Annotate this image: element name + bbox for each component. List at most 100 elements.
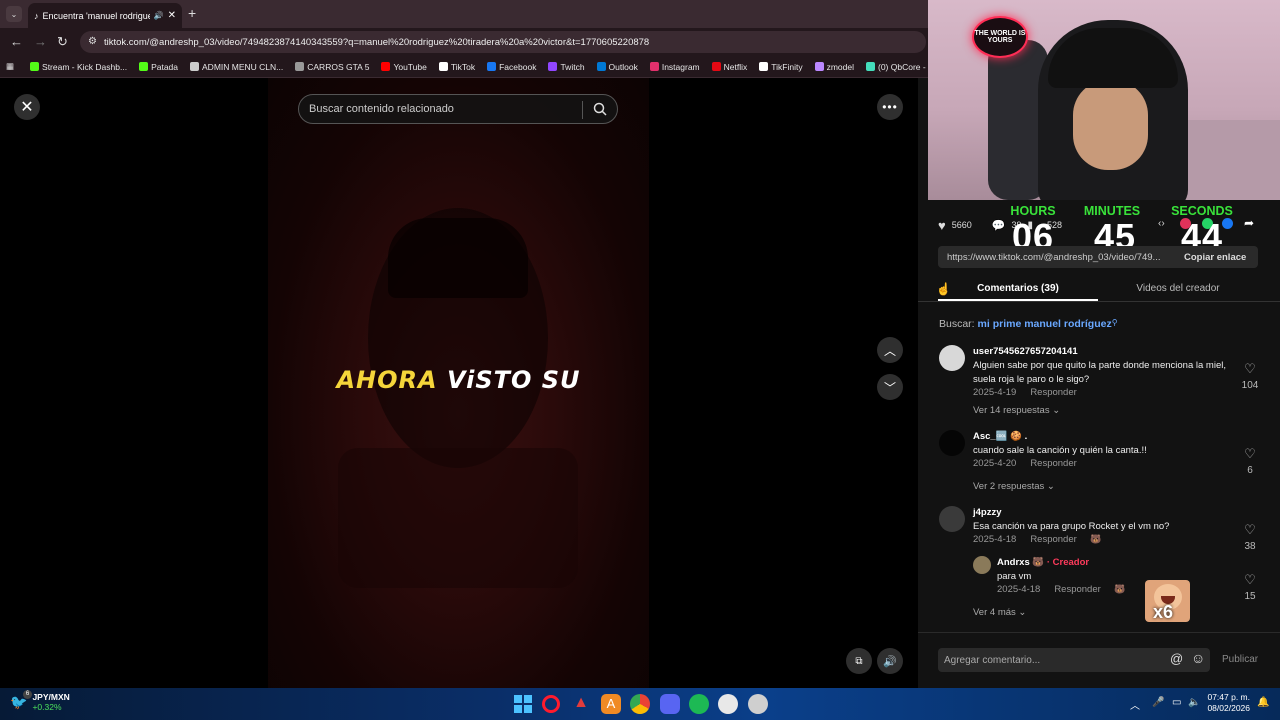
windows-start-icon[interactable]: [513, 694, 533, 714]
volume-button[interactable]: 🔊: [877, 648, 903, 674]
tray-overflow-icon[interactable]: ︿: [1130, 697, 1140, 712]
discord-icon[interactable]: [660, 694, 680, 714]
comment-like-count: 15: [1244, 591, 1256, 602]
bookmark-item[interactable]: Patada: [139, 62, 178, 72]
emoji-icon[interactable]: ☺: [1191, 650, 1205, 666]
microphone-icon[interactable]: 🎤: [1152, 697, 1164, 708]
comment-like[interactable]: ♡ 38: [1235, 522, 1265, 552]
steam-icon[interactable]: [718, 694, 738, 714]
tab-search-button[interactable]: ⌄: [6, 6, 22, 22]
avatar[interactable]: [939, 345, 965, 371]
more-options-button[interactable]: •••: [877, 94, 903, 120]
bookmark-item[interactable]: TikTok: [438, 62, 475, 72]
reply-button[interactable]: Responder: [1030, 458, 1076, 469]
spotify-icon[interactable]: [689, 694, 709, 714]
bookmark-item[interactable]: Netflix: [711, 62, 747, 72]
notifications-icon[interactable]: 🔔: [1257, 697, 1269, 708]
stream-logo: THE WORLD IS YOURS: [972, 16, 1028, 58]
bookmark-item[interactable]: Outlook: [596, 62, 638, 72]
mention-icon[interactable]: @: [1170, 651, 1183, 666]
bookmark-label: Facebook: [499, 61, 537, 72]
publish-button[interactable]: Publicar: [1222, 654, 1258, 665]
network-icon[interactable]: ▭: [1172, 697, 1181, 708]
opera-icon[interactable]: [542, 695, 560, 713]
comment-author[interactable]: Asc_🆒 🍪 .: [973, 431, 1027, 442]
comment-author[interactable]: j4pzzy: [973, 507, 1002, 518]
related-search-suggestion[interactable]: Buscar: mi prime manuel rodríguez⚲: [939, 318, 1118, 330]
copy-link-button[interactable]: Copiar enlace: [1184, 252, 1246, 263]
bookmark-item[interactable]: Stream - Kick Dashb...: [30, 62, 127, 72]
bookmark-item[interactable]: CARROS GTA 5: [295, 62, 369, 72]
embed-icon[interactable]: ‹›: [1158, 218, 1165, 229]
bookmark-item[interactable]: Instagram: [649, 62, 700, 72]
share-icon[interactable]: ➦: [1244, 216, 1254, 230]
bookmark-item[interactable]: (0) QbCore - Res: [866, 62, 928, 72]
chrome-icon[interactable]: [630, 694, 650, 714]
bookmark-label: CARROS GTA 5: [307, 61, 370, 72]
avatar[interactable]: [939, 506, 965, 532]
speaker-tray-icon[interactable]: 🔈: [1188, 697, 1200, 708]
new-tab-button[interactable]: +: [188, 5, 196, 21]
search-suggestion-query[interactable]: mi prime manuel rodríguez: [978, 318, 1112, 330]
bookmark-favicon-icon: [30, 62, 40, 71]
bookmark-label: Patada: [151, 61, 179, 72]
view-more-button[interactable]: Ver 4 más ⌄: [973, 607, 1026, 618]
comment-meta: 2025-4-19 Responder: [973, 387, 1077, 398]
speaker-icon: 🔊: [153, 11, 164, 20]
related-search-input[interactable]: Buscar contenido relacionado: [298, 94, 618, 124]
site-info-icon[interactable]: ⚙: [88, 36, 97, 47]
creator-liked-icon: 🐻: [1114, 584, 1126, 594]
forward-icon[interactable]: →: [34, 34, 47, 49]
reply-button[interactable]: Responder: [1030, 387, 1076, 398]
emote-multiplier: x6: [1153, 602, 1174, 622]
apps-icon[interactable]: ▦: [6, 61, 14, 72]
heart-icon: ♡: [1244, 522, 1256, 537]
comment-like[interactable]: ♡ 6: [1235, 446, 1265, 476]
app-a-icon[interactable]: ▲: [571, 694, 591, 714]
tab-close-icon[interactable]: ✕: [168, 10, 176, 21]
next-video-button[interactable]: ﹀: [877, 374, 903, 400]
view-replies-button[interactable]: Ver 14 respuestas ⌄: [973, 405, 1060, 416]
bookmark-item[interactable]: ADMIN MENU CLN...: [190, 62, 283, 72]
tiktok-favicon-icon: ♪: [34, 10, 39, 21]
system-clock[interactable]: 07:47 p. m. 08/02/2026: [1206, 692, 1250, 714]
reply-button[interactable]: Responder: [1054, 584, 1100, 595]
currency-widget[interactable]: 🐦 JPY/MXN +0.32%: [10, 692, 70, 712]
pip-button[interactable]: ⧉: [846, 648, 872, 674]
bookmark-item[interactable]: zmodel: [814, 62, 854, 72]
back-icon[interactable]: ←: [10, 34, 23, 49]
currency-change: +0.32%: [32, 702, 62, 712]
bookmark-item[interactable]: Facebook: [487, 62, 536, 72]
app-recorder-icon[interactable]: [748, 694, 768, 714]
bookmark-item[interactable]: TikFinity: [759, 62, 803, 72]
creator-tag: · Creador: [1046, 557, 1090, 568]
url-text: tiktok.com/@andreshp_03/video/7494823874…: [104, 36, 650, 48]
reload-icon[interactable]: ↻: [57, 34, 68, 50]
comment-like[interactable]: ♡ 104: [1235, 361, 1265, 391]
close-video-button[interactable]: ✕: [14, 94, 40, 120]
like-icon[interactable]: ♥: [938, 218, 946, 233]
comment-meta: 2025-4-18 Responder: [973, 534, 1077, 545]
tab-title: Encuentra 'manuel rodrigue: [42, 10, 150, 21]
comment-like-count: 6: [1247, 465, 1253, 476]
avatar[interactable]: [973, 556, 991, 574]
notification-badge: 6: [23, 690, 32, 699]
app-orange-icon[interactable]: A: [601, 694, 621, 714]
previous-video-button[interactable]: ︿: [877, 337, 903, 363]
active-tab[interactable]: ♪ Encuentra 'manuel rodrigue 🔊 ✕: [28, 3, 182, 28]
bookmark-label: Twitch: [560, 61, 585, 72]
search-icon[interactable]: [593, 102, 607, 116]
address-bar[interactable]: tiktok.com/@andreshp_03/video/7494823874…: [80, 31, 926, 53]
tab-comments[interactable]: Comentarios (39): [938, 283, 1098, 294]
avatar[interactable]: [939, 430, 965, 456]
comment-author[interactable]: user7545627657204141: [973, 346, 1078, 357]
tab-creator-videos[interactable]: Videos del creador: [1098, 283, 1258, 294]
bookmark-item[interactable]: Twitch: [548, 61, 585, 72]
comment-text: Esa canción va para grupo Rocket y el vm…: [973, 521, 1170, 532]
bookmark-item[interactable]: YouTube: [381, 62, 427, 72]
reply-button[interactable]: Responder: [1030, 534, 1076, 545]
comment-like[interactable]: ♡ 15: [1235, 572, 1265, 602]
reply-author-name[interactable]: Andrxs 🐻: [997, 557, 1044, 568]
view-replies-button[interactable]: Ver 2 respuestas ⌄: [973, 481, 1055, 492]
bookmark-favicon-icon: [438, 62, 448, 71]
